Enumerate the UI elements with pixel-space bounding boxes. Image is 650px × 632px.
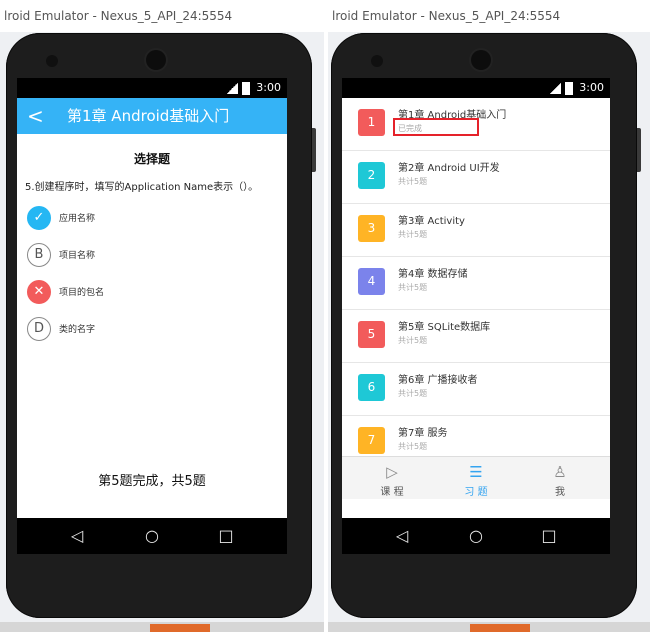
option-label: 项目名称 — [59, 251, 96, 261]
person-icon: ♙ — [553, 463, 567, 481]
highlight-box — [393, 118, 479, 136]
camera-lens-icon — [146, 50, 166, 70]
tab-person[interactable]: ♙ 我 — [520, 457, 600, 498]
option-label: 应用名称 — [59, 214, 96, 224]
nav-recent-icon[interactable]: □ — [534, 518, 564, 554]
chapter-subtitle: 共计5题 — [398, 283, 428, 292]
nav-home-icon[interactable]: ○ — [461, 518, 491, 554]
front-camera-icon — [371, 55, 383, 67]
android-nav-bar: ◁ ○ □ — [342, 518, 610, 554]
tab-play-circle[interactable]: ▷ 课 程 — [352, 457, 432, 498]
chapter-title: 第6章 广播接收者 — [398, 375, 478, 386]
phone-frame: 3:00 1 第1章 Android基础入门 已完成 2 第2章 Android UI开… — [331, 33, 641, 618]
battery-icon — [242, 81, 251, 95]
option-letter: B — [27, 243, 51, 267]
front-camera-icon — [46, 55, 58, 67]
chapter-subtitle: 共计5题 — [398, 177, 428, 186]
camera-lens-icon — [471, 50, 491, 70]
chapter-number-badge: 2 — [358, 162, 385, 189]
answer-option[interactable]: ✓ 应用名称 — [25, 200, 287, 237]
chapter-number-badge: 4 — [358, 268, 385, 295]
page-title: 第1章 Android基础入门 — [67, 107, 230, 125]
cross-icon: ✕ — [27, 280, 51, 304]
chapter-subtitle: 共计5题 — [398, 336, 428, 345]
chapter-list: 1 第1章 Android基础入门 已完成 2 第2章 Android UI开发 共计5题… — [342, 98, 610, 469]
right-emulator-panel: lroid Emulator - Nexus_5_API_24:5554 3:0… — [328, 0, 650, 632]
phone-screen: 3:00 1 第1章 Android基础入门 已完成 2 第2章 Android UI开… — [342, 78, 610, 518]
chapter-number-badge: 7 — [358, 427, 385, 454]
option-label: 项目的包名 — [59, 288, 105, 298]
nav-back-icon[interactable]: ◁ — [387, 518, 417, 554]
left-emulator-panel: lroid Emulator - Nexus_5_API_24:5554 3:0… — [0, 0, 324, 632]
chapter-item[interactable]: 6 第6章 广播接收者 共计5题 — [342, 363, 610, 416]
status-time: 3:00 — [256, 81, 281, 94]
answer-option[interactable]: ✕ 项目的包名 — [25, 274, 287, 311]
status-bar: 3:00 — [17, 78, 287, 98]
app-bar: < 第1章 Android基础入门 — [17, 98, 287, 134]
option-letter: D — [27, 317, 51, 341]
android-nav-bar: ◁ ○ □ — [17, 518, 287, 554]
tab-label: 习 题 — [464, 487, 488, 498]
bottom-tab-bar: ▷ 课 程 ☰ 习 题 ♙ 我 — [342, 456, 610, 499]
play-circle-icon: ▷ — [386, 463, 398, 481]
chapter-number-badge: 3 — [358, 215, 385, 242]
window-title: lroid Emulator - Nexus_5_API_24:5554 — [0, 0, 324, 32]
phone-screen: 3:00 < 第1章 Android基础入门 选择题 5.创建程序时，填写的Ap… — [17, 78, 287, 518]
chapter-subtitle: 共计5题 — [398, 442, 428, 451]
chapter-title: 第7章 服务 — [398, 428, 448, 439]
chapter-item[interactable]: 1 第1章 Android基础入门 已完成 — [342, 98, 610, 151]
taskbar-strip — [0, 622, 324, 632]
status-time: 3:00 — [579, 81, 604, 94]
back-arrow-icon[interactable]: < — [27, 98, 47, 134]
signal-icon — [226, 82, 239, 94]
phone-frame: 3:00 < 第1章 Android基础入门 选择题 5.创建程序时，填写的Ap… — [6, 33, 316, 618]
taskbar-strip — [328, 622, 650, 632]
tab-label: 我 — [555, 487, 565, 498]
question-type: 选择题 — [133, 152, 170, 166]
chapter-item[interactable]: 4 第4章 数据存储 共计5题 — [342, 257, 610, 310]
power-button[interactable] — [637, 128, 641, 172]
chapter-item[interactable]: 2 第2章 Android UI开发 共计5题 — [342, 151, 610, 204]
nav-home-icon[interactable]: ○ — [137, 518, 167, 554]
battery-icon — [565, 81, 574, 95]
chapter-title: 第4章 数据存储 — [398, 269, 468, 280]
nav-back-icon[interactable]: ◁ — [62, 518, 92, 554]
signal-icon — [549, 82, 562, 94]
tab-list[interactable]: ☰ 习 题 — [436, 457, 516, 498]
answer-option[interactable]: D 类的名字 — [25, 311, 287, 348]
nav-recent-icon[interactable]: □ — [211, 518, 241, 554]
chapter-subtitle: 共计5题 — [398, 230, 428, 239]
taskbar-item — [470, 624, 530, 632]
check-icon: ✓ — [27, 206, 51, 230]
progress-text: 第5题完成，共5题 — [98, 474, 206, 489]
chapter-item[interactable]: 3 第3章 Activity 共计5题 — [342, 204, 610, 257]
list-icon: ☰ — [469, 463, 483, 481]
chapter-item[interactable]: 5 第5章 SQLite数据库 共计5题 — [342, 310, 610, 363]
taskbar-item — [150, 624, 210, 632]
tab-label: 课 程 — [380, 487, 404, 498]
power-button[interactable] — [312, 128, 316, 172]
question-text: 5.创建程序时，填写的Application Name表示（）。 — [25, 182, 259, 193]
chapter-title: 第5章 SQLite数据库 — [398, 322, 491, 333]
window-title: lroid Emulator - Nexus_5_API_24:5554 — [328, 0, 650, 32]
chapter-number-badge: 1 — [358, 109, 385, 136]
chapter-title: 第3章 Activity — [398, 216, 465, 227]
status-bar: 3:00 — [342, 78, 610, 98]
options-list: ✓ 应用名称 B 项目名称 ✕ 项目的包名 D 类的名字 — [17, 200, 287, 348]
chapter-number-badge: 5 — [358, 321, 385, 348]
answer-option[interactable]: B 项目名称 — [25, 237, 287, 274]
option-label: 类的名字 — [59, 325, 96, 335]
chapter-title: 第2章 Android UI开发 — [398, 163, 500, 174]
chapter-subtitle: 共计5题 — [398, 389, 428, 398]
chapter-number-badge: 6 — [358, 374, 385, 401]
